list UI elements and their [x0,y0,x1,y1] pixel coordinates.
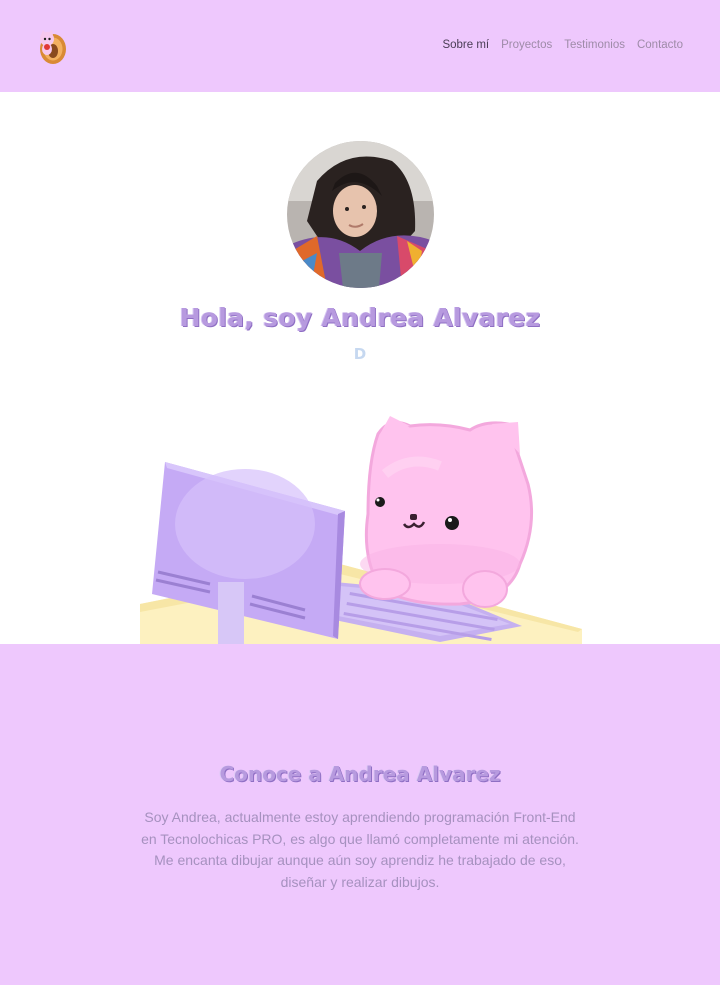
nav-link-sobre-mi[interactable]: Sobre mí [442,39,489,51]
pink-cat-at-computer-illustration [140,414,582,644]
typing-text: D [353,345,367,363]
about-description: Soy Andrea, actualmente estoy aprendiend… [141,809,579,890]
nav-link-testimonios[interactable]: Testimonios [564,39,625,51]
cat-in-donut-logo-icon[interactable] [34,27,70,67]
about-section: Conoce a Andrea Alvarez Soy Andrea, actu… [0,644,720,985]
hero-title: Hola, soy Andrea Alvarez [179,303,541,332]
nav-link-proyectos[interactable]: Proyectos [501,39,552,51]
nav-link-contacto[interactable]: Contacto [637,39,683,51]
navbar: Sobre mí Proyectos Testimonios Contacto [0,0,720,92]
hero-section: Hola, soy Andrea Alvarez D [0,92,720,644]
main-nav: Sobre mí Proyectos Testimonios Contacto [442,39,683,51]
profile-photo [287,141,434,288]
about-title: Conoce a Andrea Alvarez [219,762,501,786]
